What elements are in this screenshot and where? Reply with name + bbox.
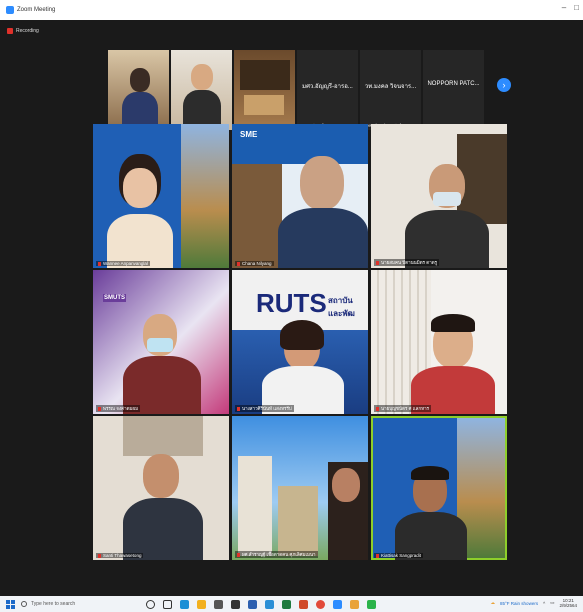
word-icon[interactable] [248,599,257,609]
strip-tile[interactable]: มศว.อัญญรี-อารอ... มศว.อัญญรี-อารอรพม [297,50,358,130]
taskbar-search[interactable]: Type here to search [21,598,116,610]
participant-strip: Janeen Latitudeweg Sirikarn Phuongpreche… [108,50,486,130]
system-tray: ☁ 85°F Rain showers ^ ▭ 10:21 2/9/2564 [491,598,578,608]
video-tile[interactable]: นายบุญชนัตร ศ แลกหาร [371,270,507,414]
app2-icon[interactable] [350,599,359,609]
video-tile[interactable]: SMUTS พรรณ จงค่าดมผม [93,270,229,414]
participant-name: พรรณ จงค่าดมผม [96,405,141,412]
participant-name: นางสาวศิรินันท์ แสงหรรีป [235,405,294,412]
participant-name: Chana Nilyang [235,261,274,266]
video-tile[interactable]: SME Chana Nilyang [232,124,368,268]
participant-name: ผศ.สำราญฐ์ เชื้อตาดคน ศุภเลิศมเมนา [235,551,318,558]
recording-indicator[interactable]: Recording [7,28,39,34]
strip-display-name: วท.มงคล วิจนจาร... [364,84,417,90]
store-icon[interactable] [214,599,223,609]
files-icon[interactable] [197,599,206,609]
windows-start-icon[interactable] [6,599,15,609]
excel-icon[interactable] [282,599,291,609]
zoom-logo-icon [6,6,14,14]
strip-display-name: NOPPORN PATC... [427,81,480,87]
active-speaker-tile[interactable]: Kiattisak Sangpradit [371,416,507,560]
sme-logo: SME [240,130,258,139]
video-tile[interactable]: ผศ.สำราญฐ์ เชื้อตาดคน ศุภเลิศมเมนา [232,416,368,560]
chrome-icon[interactable] [316,599,325,609]
chevron-up-icon[interactable]: ^ [543,601,545,606]
smuts-logo: SMUTS [103,294,126,302]
ruts-thai-text: สถาบัน และพัฒ [328,296,355,318]
search-icon [21,601,27,607]
video-tile[interactable]: Wannee Anpanvanglal [93,124,229,268]
meeting-area: Recording Janeen Latitudeweg Sirikarn Ph… [0,20,583,596]
window-controls: – □ [562,3,579,12]
next-page-button[interactable]: › [497,78,511,92]
powerpoint-icon[interactable] [299,599,308,609]
search-placeholder: Type here to search [31,601,76,607]
record-icon [7,28,13,34]
task-view-icon[interactable] [163,599,172,609]
minimize-button[interactable]: – [562,3,566,12]
taskbar: Type here to search ☁ 85°F Rain showers … [0,596,583,612]
edge-icon[interactable] [180,599,189,609]
clock-date: 2/9/2564 [559,603,577,608]
clock[interactable]: 10:21 2/9/2564 [559,598,577,608]
photos-icon[interactable] [265,599,274,609]
strip-tile[interactable]: วท.มงคล วิจนจาร... พชนกิชา วิจนคหัตถ์ [360,50,421,130]
participant-name: Santi Thawasetong [96,553,144,558]
participant-name: นายสมคน ปีตานนมิตร ดาดรู [374,259,440,266]
participant-name: Wannee Anpanvanglal [96,261,150,266]
recording-label: Recording [16,28,39,34]
taskbar-apps [146,599,376,609]
line-icon[interactable] [367,599,376,609]
strip-tile[interactable]: NOPPORN PATC... NOPPORN NITCHARANAITI [423,50,484,130]
video-tile[interactable]: นายสมคน ปีตานนมิตร ดาดรู [371,124,507,268]
maximize-button[interactable]: □ [574,3,579,12]
weather-icon: ☁ [490,600,496,605]
strip-tile[interactable]: Sirikarn Phuongprechern [171,50,232,130]
strip-tile[interactable]: Ittima Singto [234,50,295,130]
cortana-icon[interactable] [146,599,155,609]
ruts-logo: RUTS [256,288,327,318]
participant-name: Kiattisak Sangpradit [374,553,424,558]
strip-tile[interactable]: Janeen Latitudeweg [108,50,169,130]
window-title: Zoom Meeting [17,7,56,13]
strip-display-name: มศว.อัญญรี-อารอ... [302,84,353,90]
app-icon[interactable] [231,599,240,609]
video-tile[interactable]: RUTS สถาบัน และพัฒ นางสาวศิรินันท์ แสงหร… [232,270,368,414]
zoom-icon[interactable] [333,599,342,609]
network-icon[interactable]: ▭ [550,600,554,606]
weather-text[interactable]: 85°F Rain showers [500,601,538,606]
video-tile[interactable]: Santi Thawasetong [93,416,229,560]
title-bar: Zoom Meeting – □ [0,0,583,20]
participant-name: นายบุญชนัตร ศ แลกหาร [374,405,432,412]
